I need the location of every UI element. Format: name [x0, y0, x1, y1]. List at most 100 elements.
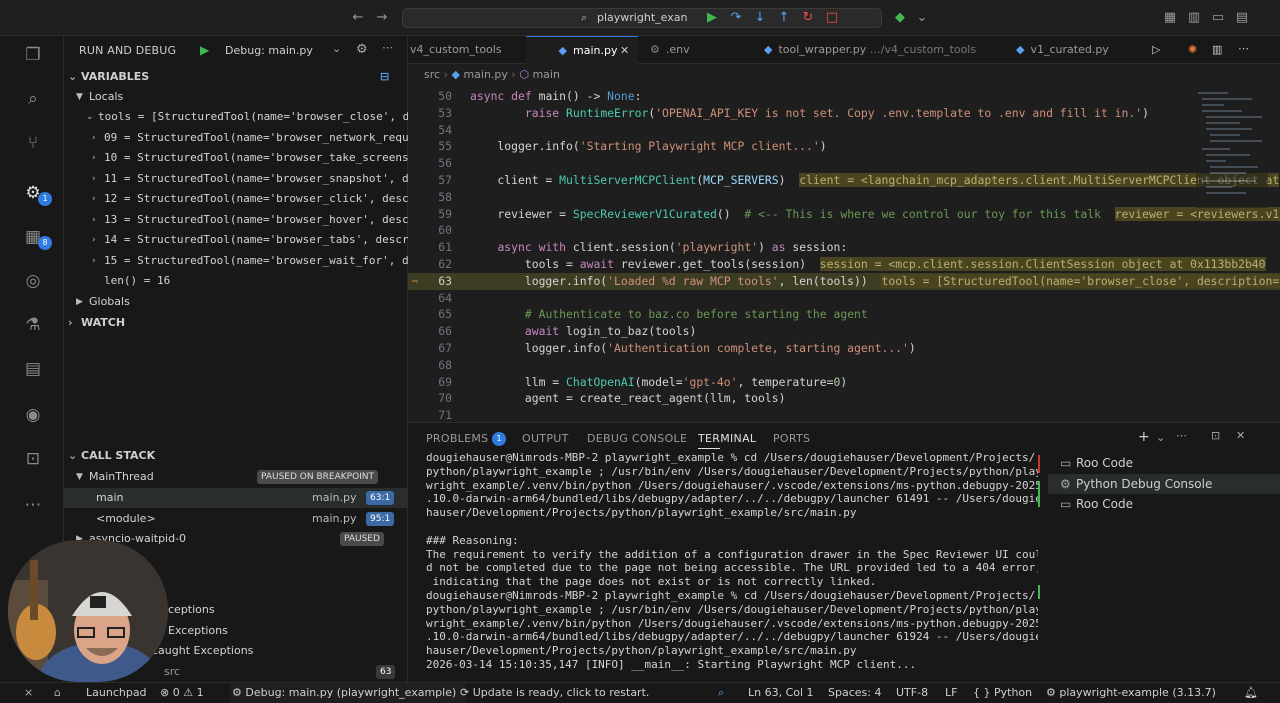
- variable-row[interactable]: › 15 = StructuredTool(name='browser_wait_…: [64, 251, 408, 271]
- start-debugging-icon[interactable]: ▶: [200, 43, 209, 57]
- layout-customize-icon[interactable]: ▦: [1162, 10, 1178, 26]
- cursor-position[interactable]: Ln 63, Col 1: [748, 683, 814, 703]
- chevron-down-icon[interactable]: ⌄: [1156, 431, 1165, 444]
- search-icon[interactable]: ⌕: [22, 88, 44, 110]
- docker-icon[interactable]: ▤: [22, 358, 44, 380]
- call-stack-section-header[interactable]: ⌄ CALL STACK: [64, 446, 408, 466]
- tab-main-py[interactable]: ◆ main.py ✕: [526, 36, 638, 64]
- code-line[interactable]: 65 # Authenticate to baz.co before start…: [408, 306, 1280, 323]
- tab-output[interactable]: OUTPUT: [522, 429, 569, 449]
- breadcrumb-symbol[interactable]: main: [532, 68, 559, 81]
- tab-tool-wrapper[interactable]: ◆ tool_wrapper.py …/v4_custom_tools: [752, 36, 996, 64]
- split-editor-icon[interactable]: ▥: [1212, 43, 1222, 56]
- python-interpreter[interactable]: ⚙ playwright-example (3.13.7): [1046, 683, 1216, 703]
- settings-sync-icon[interactable]: ⊡: [22, 448, 44, 470]
- code-line[interactable]: 60: [408, 222, 1280, 239]
- toggle-panel-icon[interactable]: ▭: [1210, 10, 1226, 26]
- step-into-icon[interactable]: ↓: [752, 10, 768, 26]
- more-actions-icon[interactable]: ⋯: [1176, 429, 1187, 442]
- variable-row[interactable]: › 09 = StructuredTool(name='browser_netwo…: [64, 128, 408, 148]
- explorer-icon[interactable]: ❐: [22, 44, 44, 66]
- code-line[interactable]: 61 async with client.session('playwright…: [408, 239, 1280, 256]
- toggle-sidebar-icon[interactable]: ▥: [1186, 10, 1202, 26]
- terminal-list-item[interactable]: ▭ Roo Code: [1048, 494, 1280, 514]
- variables-section-header[interactable]: ⌄ VARIABLES ⊟: [64, 67, 408, 87]
- close-icon[interactable]: ✕: [1236, 429, 1245, 442]
- stack-frame[interactable]: <module> main.py 95:1: [64, 509, 408, 529]
- notifications-icon[interactable]: 🔔︎: [1244, 683, 1258, 703]
- terminal-output[interactable]: dougiehauser@Nimrods-MBP-2 playwright_ex…: [426, 451, 1038, 681]
- update-notice[interactable]: ⟳ Update is ready, click to restart.: [460, 683, 649, 703]
- more-actions-icon[interactable]: ⋯: [382, 41, 393, 54]
- terminal-list-item[interactable]: ▭ Roo Code: [1048, 453, 1280, 473]
- breadcrumb-file[interactable]: main.py: [463, 68, 507, 81]
- step-over-icon[interactable]: ↷: [728, 10, 744, 26]
- remote-icon[interactable]: ◎: [22, 270, 44, 292]
- remote-indicator-icon[interactable]: ⨯: [24, 683, 33, 703]
- continue-icon[interactable]: ▶: [704, 10, 720, 26]
- minimap[interactable]: [1196, 88, 1268, 208]
- errors-warnings[interactable]: ⊗ 0 ⚠ 1: [160, 683, 204, 703]
- extension-action-icon[interactable]: ✺: [1188, 43, 1197, 56]
- code-line[interactable]: 64: [408, 290, 1280, 307]
- testing-icon[interactable]: ⚗: [22, 314, 44, 336]
- code-line[interactable]: 67 logger.info('Authentication complete,…: [408, 340, 1280, 357]
- collapse-all-icon[interactable]: ⊟: [380, 67, 389, 87]
- back-arrow-icon[interactable]: ←: [350, 10, 366, 26]
- variable-row[interactable]: › 14 = StructuredTool(name='browser_tabs'…: [64, 230, 408, 250]
- restart-icon[interactable]: ↻: [800, 10, 816, 26]
- debug-config-select[interactable]: Debug: main.py: [225, 44, 313, 57]
- tab-terminal[interactable]: TERMINAL: [698, 429, 756, 449]
- zoom-icon[interactable]: ⌕: [718, 683, 724, 703]
- watch-section-header[interactable]: › WATCH: [64, 313, 408, 333]
- toggle-secondary-sidebar-icon[interactable]: ▤: [1234, 10, 1250, 26]
- source-control-icon[interactable]: ⑂: [22, 132, 44, 154]
- chevron-down-icon[interactable]: ⌄: [332, 42, 341, 55]
- variable-row[interactable]: len() = 16: [64, 271, 408, 291]
- encoding[interactable]: UTF-8: [896, 683, 928, 703]
- run-file-icon[interactable]: ▷: [1152, 43, 1160, 56]
- code-line[interactable]: 68: [408, 357, 1280, 374]
- current-code-line[interactable]: 63 ⇨ logger.info('Loaded %d raw MCP tools…: [408, 272, 1280, 290]
- breadcrumb-folder[interactable]: src: [424, 68, 440, 81]
- code-line[interactable]: 57 client = MultiServerMCPClient(MCP_SER…: [408, 172, 1280, 189]
- variable-row[interactable]: › 13 = StructuredTool(name='browser_hover…: [64, 210, 408, 230]
- breakpoint-arrow-icon[interactable]: ⇨: [412, 273, 418, 290]
- tab-v4-custom-tools[interactable]: v4_custom_tools: [408, 36, 526, 64]
- code-line[interactable]: 56: [408, 155, 1280, 172]
- tab-debug-console[interactable]: DEBUG CONSOLE: [587, 429, 687, 449]
- forward-arrow-icon[interactable]: →: [374, 10, 390, 26]
- stack-frame[interactable]: main main.py 63:1: [64, 488, 408, 508]
- code-line[interactable]: 70 agent = create_react_agent(llm, tools…: [408, 390, 1280, 407]
- chevron-down-icon[interactable]: ⌄: [914, 10, 930, 26]
- maximize-panel-icon[interactable]: ⊡: [1211, 429, 1220, 442]
- tab-problems[interactable]: PROBLEMS 1: [426, 429, 507, 449]
- gitlens-icon[interactable]: ◉: [22, 404, 44, 426]
- code-line[interactable]: 69 llm = ChatOpenAI(model='gpt-4o', temp…: [408, 374, 1280, 391]
- code-line[interactable]: 55 logger.info('Starting Playwright MCP …: [408, 138, 1280, 155]
- more-actions-icon[interactable]: ⋯: [1238, 42, 1249, 55]
- tab-env[interactable]: ⚙ .env: [638, 36, 752, 64]
- eol[interactable]: LF: [945, 683, 957, 703]
- code-line[interactable]: 54: [408, 122, 1280, 139]
- copilot-icon[interactable]: ◆: [892, 10, 908, 26]
- code-line[interactable]: 53 raise RuntimeError('OPENAI_API_KEY is…: [408, 105, 1280, 122]
- new-terminal-icon[interactable]: +: [1138, 429, 1150, 445]
- close-icon[interactable]: ✕: [620, 37, 629, 64]
- language-mode[interactable]: { } Python: [973, 683, 1032, 703]
- variable-row[interactable]: › 12 = StructuredTool(name='browser_click…: [64, 189, 408, 209]
- code-view[interactable]: 50 async def main() -> None: 53 raise Runt…: [408, 88, 1280, 422]
- variable-row[interactable]: › 10 = StructuredTool(name='browser_take_…: [64, 148, 408, 168]
- more-icon[interactable]: ⋯: [22, 494, 44, 516]
- code-line[interactable]: 66 await login_to_baz(tools): [408, 323, 1280, 340]
- locals-scope[interactable]: ▼ Locals: [64, 87, 408, 107]
- tab-ports[interactable]: PORTS: [773, 429, 810, 449]
- indentation[interactable]: Spaces: 4: [828, 683, 881, 703]
- gear-icon[interactable]: ⚙: [356, 42, 368, 57]
- globals-scope[interactable]: ▶ Globals: [64, 292, 408, 312]
- tab-v1-curated[interactable]: ◆ v1_curated.py: [1004, 36, 1136, 64]
- code-line[interactable]: 59 reviewer = SpecReviewerV1Curated() # …: [408, 206, 1280, 223]
- debug-status[interactable]: ⚙ Debug: main.py (playwright_example): [232, 683, 456, 703]
- code-line[interactable]: 50 async def main() -> None:: [408, 88, 1280, 105]
- variable-row[interactable]: › 11 = StructuredTool(name='browser_snaps…: [64, 169, 408, 189]
